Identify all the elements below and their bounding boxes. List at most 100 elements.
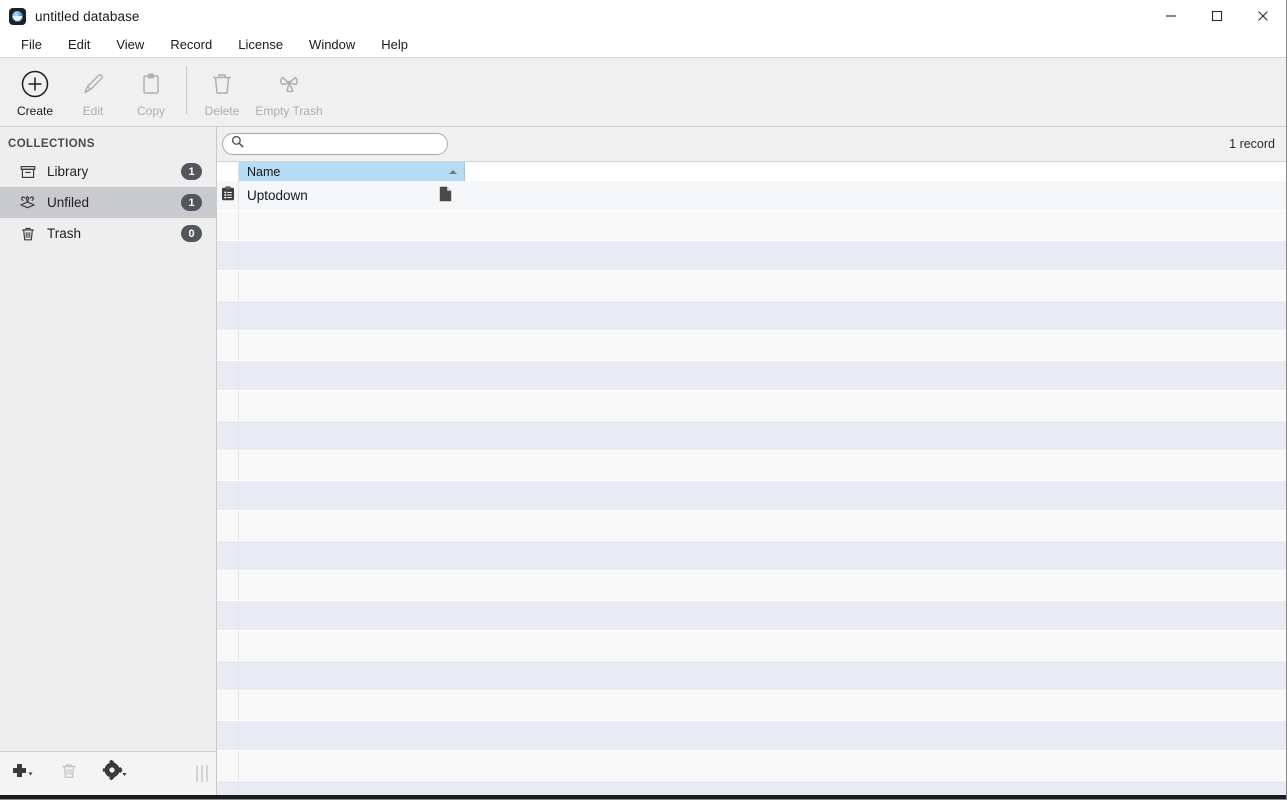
table-empty-row[interactable] [217, 451, 1286, 481]
records-table: Name Uptodown [217, 162, 1286, 795]
add-collection-button[interactable] [8, 758, 40, 789]
table-empty-row[interactable] [217, 481, 1286, 511]
table-empty-row[interactable] [217, 691, 1286, 721]
table-empty-row[interactable] [217, 361, 1286, 391]
clipboard-icon [136, 67, 166, 101]
row-gutter [217, 571, 239, 600]
create-button-label: Create [16, 104, 54, 118]
cell-name [239, 661, 465, 690]
table-empty-row[interactable] [217, 241, 1286, 271]
cell-name [239, 481, 465, 510]
title-bar: untitled database [0, 0, 1286, 32]
delete-button[interactable]: Delete [193, 64, 251, 118]
cell-filler [465, 511, 1286, 540]
edit-button-label: Edit [82, 104, 104, 118]
window-bottom-edge [0, 795, 1286, 799]
column-header-name[interactable]: Name [239, 162, 465, 181]
close-icon [1258, 11, 1268, 21]
row-gutter [217, 331, 239, 360]
cell-filler [465, 631, 1286, 660]
sidebar-item-unfiled[interactable]: Unfiled 1 [0, 187, 216, 218]
table-empty-row[interactable] [217, 511, 1286, 541]
empty-trash-button[interactable]: Empty Trash [251, 64, 327, 118]
table-empty-row[interactable] [217, 751, 1286, 781]
resize-grip-icon[interactable] [196, 765, 208, 782]
window-title: untitled database [35, 8, 140, 24]
cell-name [239, 211, 465, 240]
row-gutter [217, 511, 239, 540]
row-gutter [217, 691, 239, 720]
row-gutter [217, 451, 239, 480]
delete-collection-button[interactable] [56, 758, 82, 789]
cell-name [239, 571, 465, 600]
cell-name [239, 511, 465, 540]
table-empty-row[interactable] [217, 391, 1286, 421]
main-toolbar: Create Edit Copy Delete Empty Trash [0, 58, 1286, 127]
close-button[interactable] [1240, 0, 1286, 32]
menu-license[interactable]: License [225, 34, 296, 55]
menu-file[interactable]: File [8, 34, 55, 55]
menu-record[interactable]: Record [157, 34, 225, 55]
collection-settings-button[interactable] [98, 757, 132, 790]
table-header-row: Name [217, 162, 1286, 181]
table-empty-row[interactable] [217, 781, 1286, 795]
table-empty-row[interactable] [217, 601, 1286, 631]
table-row[interactable]: Uptodown [217, 181, 1286, 211]
sidebar-item-library[interactable]: Library 1 [0, 156, 216, 187]
plus-dropdown-icon [11, 761, 37, 786]
row-gutter [217, 721, 239, 750]
sidebar-item-trash-count: 0 [181, 225, 202, 242]
table-empty-row[interactable] [217, 541, 1286, 571]
cell-name [239, 631, 465, 660]
minimize-button[interactable] [1148, 0, 1194, 32]
row-gutter [217, 361, 239, 390]
row-gutter [217, 781, 239, 795]
table-empty-row[interactable] [217, 721, 1286, 751]
table-empty-row[interactable] [217, 271, 1286, 301]
cell-name[interactable]: Uptodown [239, 181, 465, 210]
menu-edit[interactable]: Edit [55, 34, 103, 55]
table-empty-row[interactable] [217, 571, 1286, 601]
table-empty-row[interactable] [217, 421, 1286, 451]
unfiled-icon [18, 193, 37, 212]
table-empty-row[interactable] [217, 631, 1286, 661]
trash-can-icon [18, 224, 37, 243]
row-gutter [217, 211, 239, 240]
cell-filler [465, 451, 1286, 480]
row-gutter [217, 751, 239, 780]
maximize-button[interactable] [1194, 0, 1240, 32]
cell-filler [465, 661, 1286, 690]
cell-filler [465, 601, 1286, 630]
row-gutter [217, 181, 239, 210]
search-field[interactable] [222, 133, 448, 155]
menu-help[interactable]: Help [368, 34, 421, 55]
delete-button-label: Delete [204, 104, 240, 118]
row-gutter [217, 541, 239, 570]
sidebar-item-library-count: 1 [181, 163, 202, 180]
cell-filler [465, 571, 1286, 600]
table-empty-row[interactable] [217, 211, 1286, 241]
cell-name [239, 271, 465, 300]
table-empty-row[interactable] [217, 661, 1286, 691]
record-count-status: 1 record [1229, 137, 1275, 151]
sidebar-item-unfiled-label: Unfiled [47, 195, 90, 210]
menu-window[interactable]: Window [296, 34, 368, 55]
column-header-name-label: Name [247, 164, 281, 179]
table-empty-row[interactable] [217, 301, 1286, 331]
menu-view[interactable]: View [103, 34, 157, 55]
cell-filler [465, 751, 1286, 780]
toolbar-separator [186, 66, 187, 114]
row-gutter [217, 601, 239, 630]
copy-button[interactable]: Copy [122, 64, 180, 118]
sidebar-item-trash-label: Trash [47, 226, 82, 241]
search-input[interactable] [249, 135, 439, 153]
create-button[interactable]: Create [6, 64, 64, 118]
table-empty-row[interactable] [217, 331, 1286, 361]
cell-filler [465, 271, 1286, 300]
pencil-icon [78, 67, 108, 101]
cell-filler [465, 721, 1286, 750]
plus-circle-icon [20, 67, 50, 101]
row-gutter [217, 661, 239, 690]
sidebar-item-trash[interactable]: Trash 0 [0, 218, 216, 249]
edit-button[interactable]: Edit [64, 64, 122, 118]
